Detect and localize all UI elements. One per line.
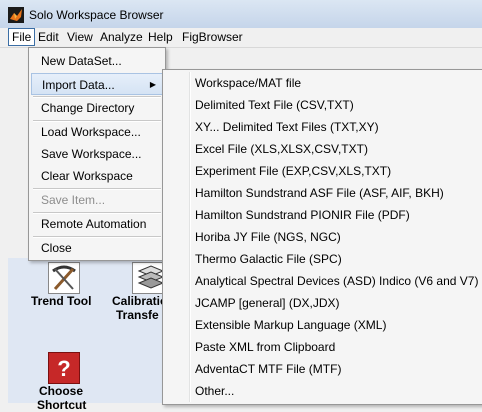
menu-item-remote-automation[interactable]: Remote Automation [29,213,165,235]
submenu-item-label: Delimited Text File (CSV,TXT) [195,98,354,112]
submenu-item-hamilton-asf[interactable]: Hamilton Sundstrand ASF File (ASF, AIF, … [163,182,481,204]
svg-text:?: ? [57,356,70,381]
matlab-logo-icon [8,7,24,23]
window-title: Solo Workspace Browser [29,8,164,22]
transfer-label: Transfe [116,308,159,322]
submenu-arrow-icon: ▶ [149,80,156,89]
menu-item-clear-workspace[interactable]: Clear Workspace [29,165,165,187]
submenu-item-label: JCAMP [general] (DX,JDX) [195,296,340,310]
submenu-item-label: Analytical Spectral Devices (ASD) Indico… [195,274,479,288]
menu-item-label: Change Directory [41,101,135,115]
menu-item-label: Clear Workspace [41,169,133,183]
menu-item-change-directory[interactable]: Change Directory [29,97,165,119]
pickaxe-icon [52,265,76,291]
submenu-item-label: Extensible Markup Language (XML) [195,318,387,332]
submenu-item-workspace-mat[interactable]: Workspace/MAT file [163,72,481,94]
choose-shortcut-button[interactable]: ? [48,352,80,384]
submenu-item-thermo-galactic[interactable]: Thermo Galactic File (SPC) [163,248,481,270]
menu-figbrowser[interactable]: FigBrowser [179,28,246,46]
calibration-transfer-shortcut[interactable] [132,262,165,294]
submenu-item-asd-indico[interactable]: Analytical Spectral Devices (ASD) Indico… [163,270,481,292]
trend-tool-label: Trend Tool [31,294,92,308]
trend-tool-shortcut[interactable] [48,262,80,294]
submenu-item-label: Experiment File (EXP,CSV,XLS,TXT) [195,164,392,178]
submenu-item-delimited-text[interactable]: Delimited Text File (CSV,TXT) [163,94,481,116]
menu-item-label: Close [41,241,72,255]
submenu-item-experiment[interactable]: Experiment File (EXP,CSV,XLS,TXT) [163,160,481,182]
file-menu: New DataSet... Import Data... ▶ Change D… [28,47,166,261]
submenu-item-label: Hamilton Sundstrand ASF File (ASF, AIF, … [195,186,444,200]
submenu-item-other[interactable]: Other... [163,380,481,402]
menu-item-load-workspace[interactable]: Load Workspace... [29,121,165,143]
submenu-item-paste-xml[interactable]: Paste XML from Clipboard [163,336,481,358]
submenu-item-label: Workspace/MAT file [195,76,302,90]
menu-item-save-workspace[interactable]: Save Workspace... [29,143,165,165]
submenu-item-label: Paste XML from Clipboard [195,340,336,354]
submenu-item-excel[interactable]: Excel File (XLS,XLSX,CSV,TXT) [163,138,481,160]
calibration-label: Calibratio [112,294,168,308]
submenu-item-label: XY... Delimited Text Files (TXT,XY) [195,120,379,134]
question-mark-icon: ? [57,356,70,381]
submenu-item-xy-delimited[interactable]: XY... Delimited Text Files (TXT,XY) [163,116,481,138]
title-bar: Solo Workspace Browser [0,0,482,28]
shortcut-label: Shortcut [37,398,87,412]
choose-label: Choose [39,384,84,398]
workspace-panel: Trend Tool Calibratio Transfe ? Choose S… [8,258,168,412]
menu-item-close[interactable]: Close [29,237,165,259]
submenu-item-label: Horiba JY File (NGS, NGC) [195,230,341,244]
submenu-item-adventact-mtf[interactable]: AdventaCT MTF File (MTF) [163,358,481,380]
menu-item-save-item: Save Item... [29,189,165,211]
menu-item-new-dataset[interactable]: New DataSet... [29,50,165,72]
submenu-item-label: Thermo Galactic File (SPC) [195,252,342,266]
menu-help[interactable]: Help [145,28,176,46]
menu-item-label: Save Item... [41,193,106,207]
submenu-item-label: Hamilton Sundstrand PIONIR File (PDF) [195,208,410,222]
menu-item-import-data[interactable]: Import Data... ▶ [31,73,163,95]
menu-view[interactable]: View [64,28,96,46]
submenu-item-label: Excel File (XLS,XLSX,CSV,TXT) [195,142,368,156]
menu-bar: File Edit View Analyze Help FigBrowser [0,28,482,48]
submenu-item-hamilton-pionir[interactable]: Hamilton Sundstrand PIONIR File (PDF) [163,204,481,226]
submenu-item-xml[interactable]: Extensible Markup Language (XML) [163,314,481,336]
stack-icon [137,265,165,289]
menu-edit[interactable]: Edit [35,28,62,46]
menu-item-label: Save Workspace... [41,147,142,161]
submenu-item-label: AdventaCT MTF File (MTF) [195,362,342,376]
submenu-item-label: Other... [195,384,235,398]
menu-analyze[interactable]: Analyze [97,28,146,46]
menu-item-label: Import Data... [42,78,115,92]
menu-file[interactable]: File [8,28,36,46]
menu-item-label: New DataSet... [41,54,122,68]
submenu-item-horiba[interactable]: Horiba JY File (NGS, NGC) [163,226,481,248]
menu-item-label: Remote Automation [41,217,147,231]
menu-item-label: Load Workspace... [41,125,141,139]
import-data-submenu: Workspace/MAT file Delimited Text File (… [162,69,482,405]
submenu-item-jcamp[interactable]: JCAMP [general] (DX,JDX) [163,292,481,314]
